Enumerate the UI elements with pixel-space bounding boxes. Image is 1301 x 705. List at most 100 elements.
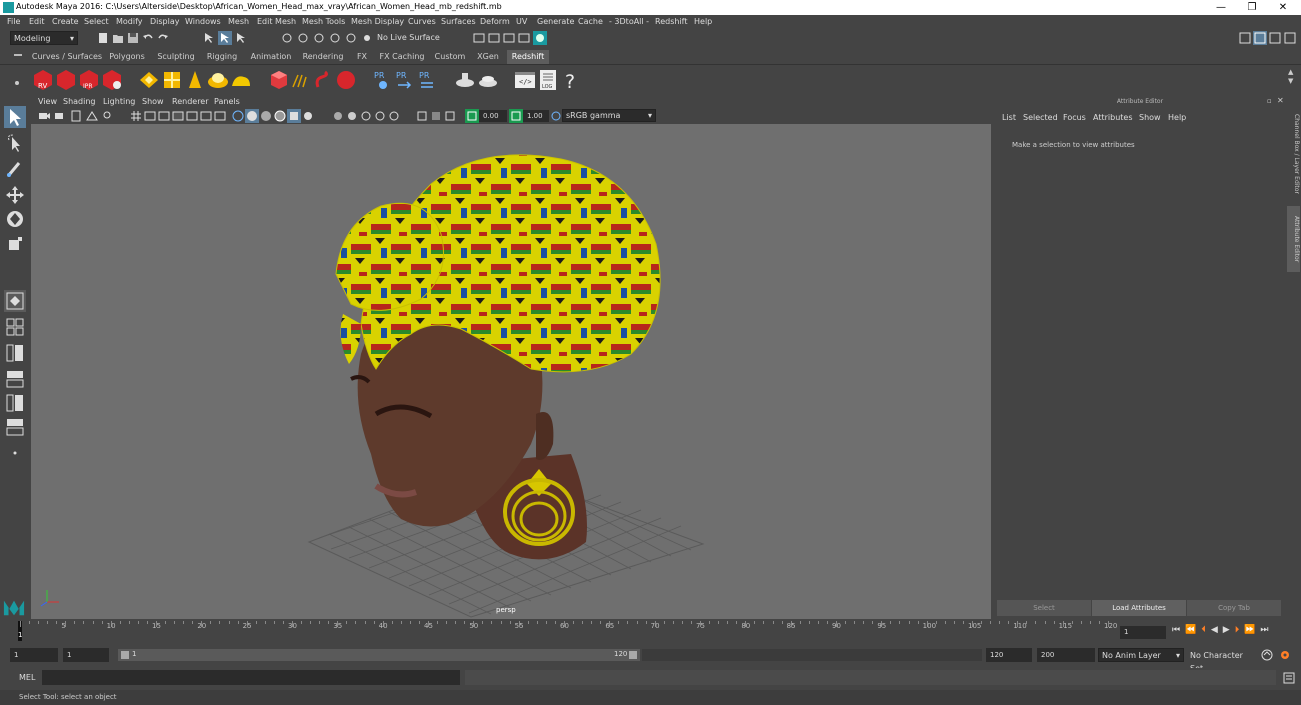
ae-menu-help[interactable]: Help <box>1168 113 1186 122</box>
live-surface-icon[interactable] <box>360 31 374 45</box>
depth-of-field-icon[interactable] <box>387 109 401 123</box>
toggle-tool-settings-icon[interactable] <box>1268 31 1282 45</box>
two-d-pan-zoom-icon[interactable] <box>101 109 115 123</box>
redshift-physical-light-icon[interactable] <box>161 69 183 91</box>
menu-select[interactable]: Select <box>84 17 109 26</box>
viewport-menu-renderer[interactable]: Renderer <box>172 97 209 106</box>
play-backwards-icon[interactable]: ◀ <box>1211 625 1223 635</box>
auto-key-icon[interactable] <box>1260 648 1274 662</box>
redshift-proxy-icon[interactable] <box>268 69 290 91</box>
anti-aliasing-icon[interactable] <box>373 109 387 123</box>
play-forwards-icon[interactable]: ▶ <box>1223 625 1235 635</box>
animation-start-field[interactable]: 1 <box>10 648 58 662</box>
float-panel-icon[interactable]: ▫ <box>1267 97 1272 105</box>
shelf-tab-xgen[interactable]: XGen <box>473 50 503 64</box>
menu-redshift[interactable]: Redshift <box>655 17 687 26</box>
redshift-sphere-icon[interactable] <box>335 69 357 91</box>
go-to-start-icon[interactable]: ⏮ <box>1172 625 1185 635</box>
film-gate-icon[interactable] <box>143 109 157 123</box>
xray-joints-icon[interactable] <box>443 109 457 123</box>
exposure-icon[interactable] <box>465 109 479 123</box>
redshift-volume-icon[interactable] <box>313 69 335 91</box>
tab-attribute-editor[interactable]: Attribute Editor <box>1287 206 1300 272</box>
viewport-menu-panels[interactable]: Panels <box>214 97 240 106</box>
menu-modify[interactable]: Modify <box>116 17 143 26</box>
step-back-frame-icon[interactable]: ⏴ <box>1201 625 1211 635</box>
select-by-hierarchy-icon[interactable] <box>202 31 216 45</box>
persp-outliner-layout-icon[interactable] <box>4 342 26 364</box>
ae-menu-list[interactable]: List <box>1002 113 1016 122</box>
current-frame-field[interactable]: 1 <box>1120 626 1166 639</box>
screen-space-ao-icon[interactable] <box>345 109 359 123</box>
step-forward-frame-icon[interactable]: ⏵ <box>1235 625 1245 635</box>
menu-generate[interactable]: Generate <box>537 17 574 26</box>
redshift-dome-light-icon[interactable] <box>230 69 252 91</box>
script-editor-icon[interactable] <box>1282 671 1296 685</box>
menu-display[interactable]: Display <box>150 17 180 26</box>
undo-icon[interactable] <box>141 31 155 45</box>
toggle-channel-box-icon[interactable] <box>1283 31 1297 45</box>
redshift-render-icon[interactable] <box>55 69 77 91</box>
range-start-handle[interactable] <box>121 651 129 659</box>
viewport-menu-shading[interactable]: Shading <box>63 97 96 106</box>
ae-menu-attributes[interactable]: Attributes <box>1093 113 1133 122</box>
redshift-pr-export-icon[interactable]: PR <box>394 69 416 91</box>
menu-mesh[interactable]: Mesh <box>228 17 249 26</box>
menu-cache[interactable]: Cache <box>578 17 603 26</box>
redshift-ies-light-icon[interactable] <box>184 69 206 91</box>
image-plane-icon[interactable] <box>85 109 99 123</box>
viewport-menu-lighting[interactable]: Lighting <box>103 97 135 106</box>
perspective-viewport[interactable]: persp <box>31 124 991 619</box>
shelf-menu-icon[interactable] <box>14 54 22 56</box>
scale-tool-icon[interactable] <box>4 233 26 255</box>
menu-set-dropdown[interactable]: Modeling ▾ <box>10 31 78 45</box>
use-all-lights-icon[interactable] <box>301 109 315 123</box>
layout-options-icon[interactable] <box>4 442 26 464</box>
shelf-options-icon[interactable] <box>15 81 19 85</box>
motion-blur-icon[interactable] <box>359 109 373 123</box>
gamma-icon[interactable] <box>509 109 523 123</box>
open-scene-icon[interactable] <box>111 31 125 45</box>
paint-select-tool-icon[interactable] <box>4 158 26 180</box>
wireframe-icon[interactable] <box>231 109 245 123</box>
ae-menu-focus[interactable]: Focus <box>1063 113 1086 122</box>
menu-uv[interactable]: UV <box>516 17 527 26</box>
rotate-tool-icon[interactable] <box>4 208 26 230</box>
restore-button[interactable]: ❐ <box>1237 0 1267 15</box>
redshift-aov-icon[interactable] <box>454 69 476 91</box>
time-slider[interactable]: 1 5 10 15 20 25 30 35 40 45 50 55 60 65 70 75 80 85 90 95 1… <box>12 621 1117 641</box>
viewport-menu-show[interactable]: Show <box>142 97 164 106</box>
step-back-key-icon[interactable]: ⏪ <box>1185 625 1201 635</box>
color-space-dropdown[interactable]: sRGB gamma ▾ <box>562 109 656 122</box>
grid-toggle-icon[interactable] <box>129 109 143 123</box>
select-tool-icon[interactable] <box>4 106 26 128</box>
default-material-icon[interactable] <box>259 109 273 123</box>
move-tool-icon[interactable] <box>4 184 26 206</box>
menu-help[interactable]: Help <box>694 17 712 26</box>
shelf-tab-sculpting[interactable]: Sculpting <box>151 50 201 64</box>
ae-copy-tab-button[interactable]: Copy Tab <box>1187 600 1281 616</box>
ae-menu-selected[interactable]: Selected <box>1023 113 1058 122</box>
camera-attributes-icon[interactable] <box>53 109 67 123</box>
field-chart-icon[interactable] <box>185 109 199 123</box>
shelf-tab-polygons[interactable]: Polygons <box>104 50 150 64</box>
persp-graph-layout-icon[interactable] <box>4 368 26 390</box>
redo-icon[interactable] <box>156 31 170 45</box>
four-view-layout-icon[interactable] <box>4 316 26 338</box>
playback-end-field[interactable]: 120 <box>986 648 1032 662</box>
render-view-icon[interactable] <box>472 31 486 45</box>
select-by-object-icon[interactable] <box>218 31 232 45</box>
ae-load-attributes-button[interactable]: Load Attributes <box>1092 600 1186 616</box>
step-forward-key-icon[interactable]: ⏩ <box>1244 625 1260 635</box>
safe-title-icon[interactable] <box>213 109 227 123</box>
single-perspective-view-icon[interactable] <box>4 290 26 312</box>
redshift-render-view-icon[interactable]: RV <box>32 69 54 91</box>
menu-surfaces[interactable]: Surfaces <box>441 17 476 26</box>
menu-mesh-tools[interactable]: Mesh Tools <box>302 17 345 26</box>
menu-mesh-display[interactable]: Mesh Display <box>351 17 404 26</box>
redshift-pr-import-icon[interactable]: PR <box>417 69 439 91</box>
redshift-ipr-icon[interactable]: IPR <box>78 69 100 91</box>
range-end-handle[interactable] <box>629 651 637 659</box>
shadows-icon[interactable] <box>331 109 345 123</box>
bookmarks-icon[interactable] <box>69 109 83 123</box>
